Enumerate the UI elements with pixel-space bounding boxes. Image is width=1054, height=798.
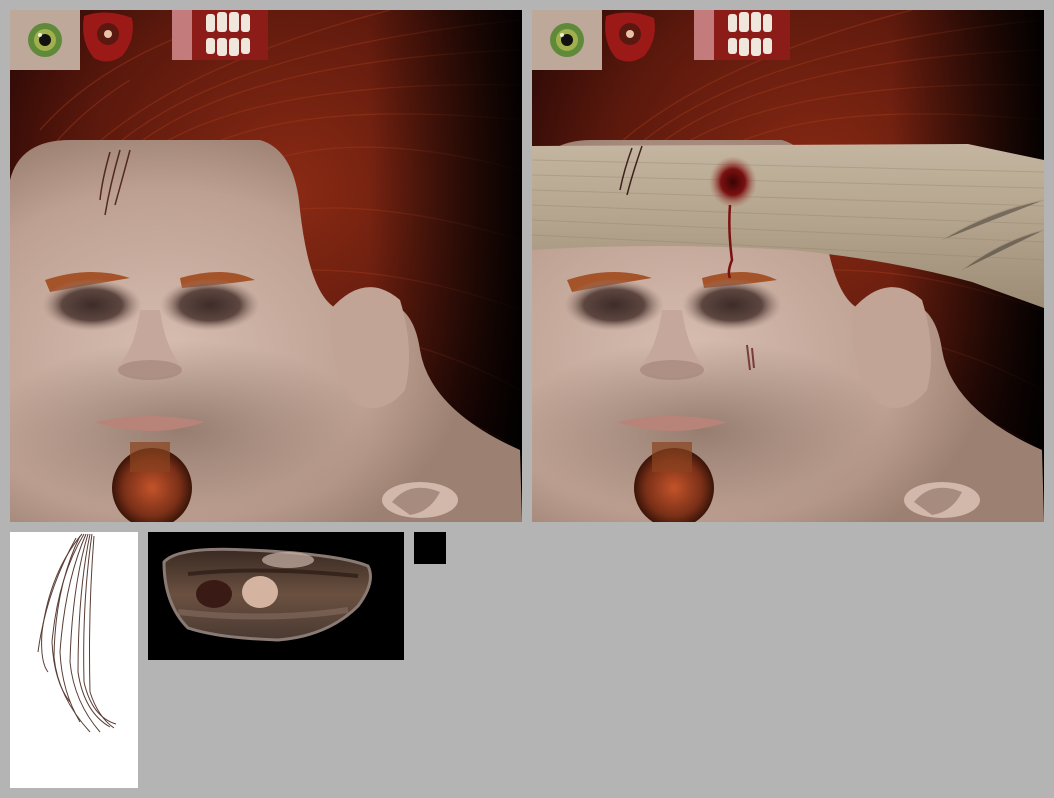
- face-texture-plain-art: [10, 10, 522, 522]
- hair-strand-texture: [10, 532, 138, 788]
- hair-strand-art: [37, 533, 117, 733]
- eye-shadow-texture: [148, 532, 404, 660]
- black-swatch-texture: [414, 532, 446, 564]
- blood-wound: [709, 156, 757, 208]
- eyeball-icon: [28, 23, 62, 57]
- teeth-gums-icon: [172, 10, 268, 60]
- eyeball-icon: [550, 23, 584, 57]
- teeth-gums-icon: [694, 10, 790, 60]
- eye-shadow-art: [162, 547, 372, 642]
- face-texture-bandaged: [532, 10, 1044, 522]
- face-texture-bandaged-art: [532, 10, 1044, 522]
- face-texture-plain: [10, 10, 522, 522]
